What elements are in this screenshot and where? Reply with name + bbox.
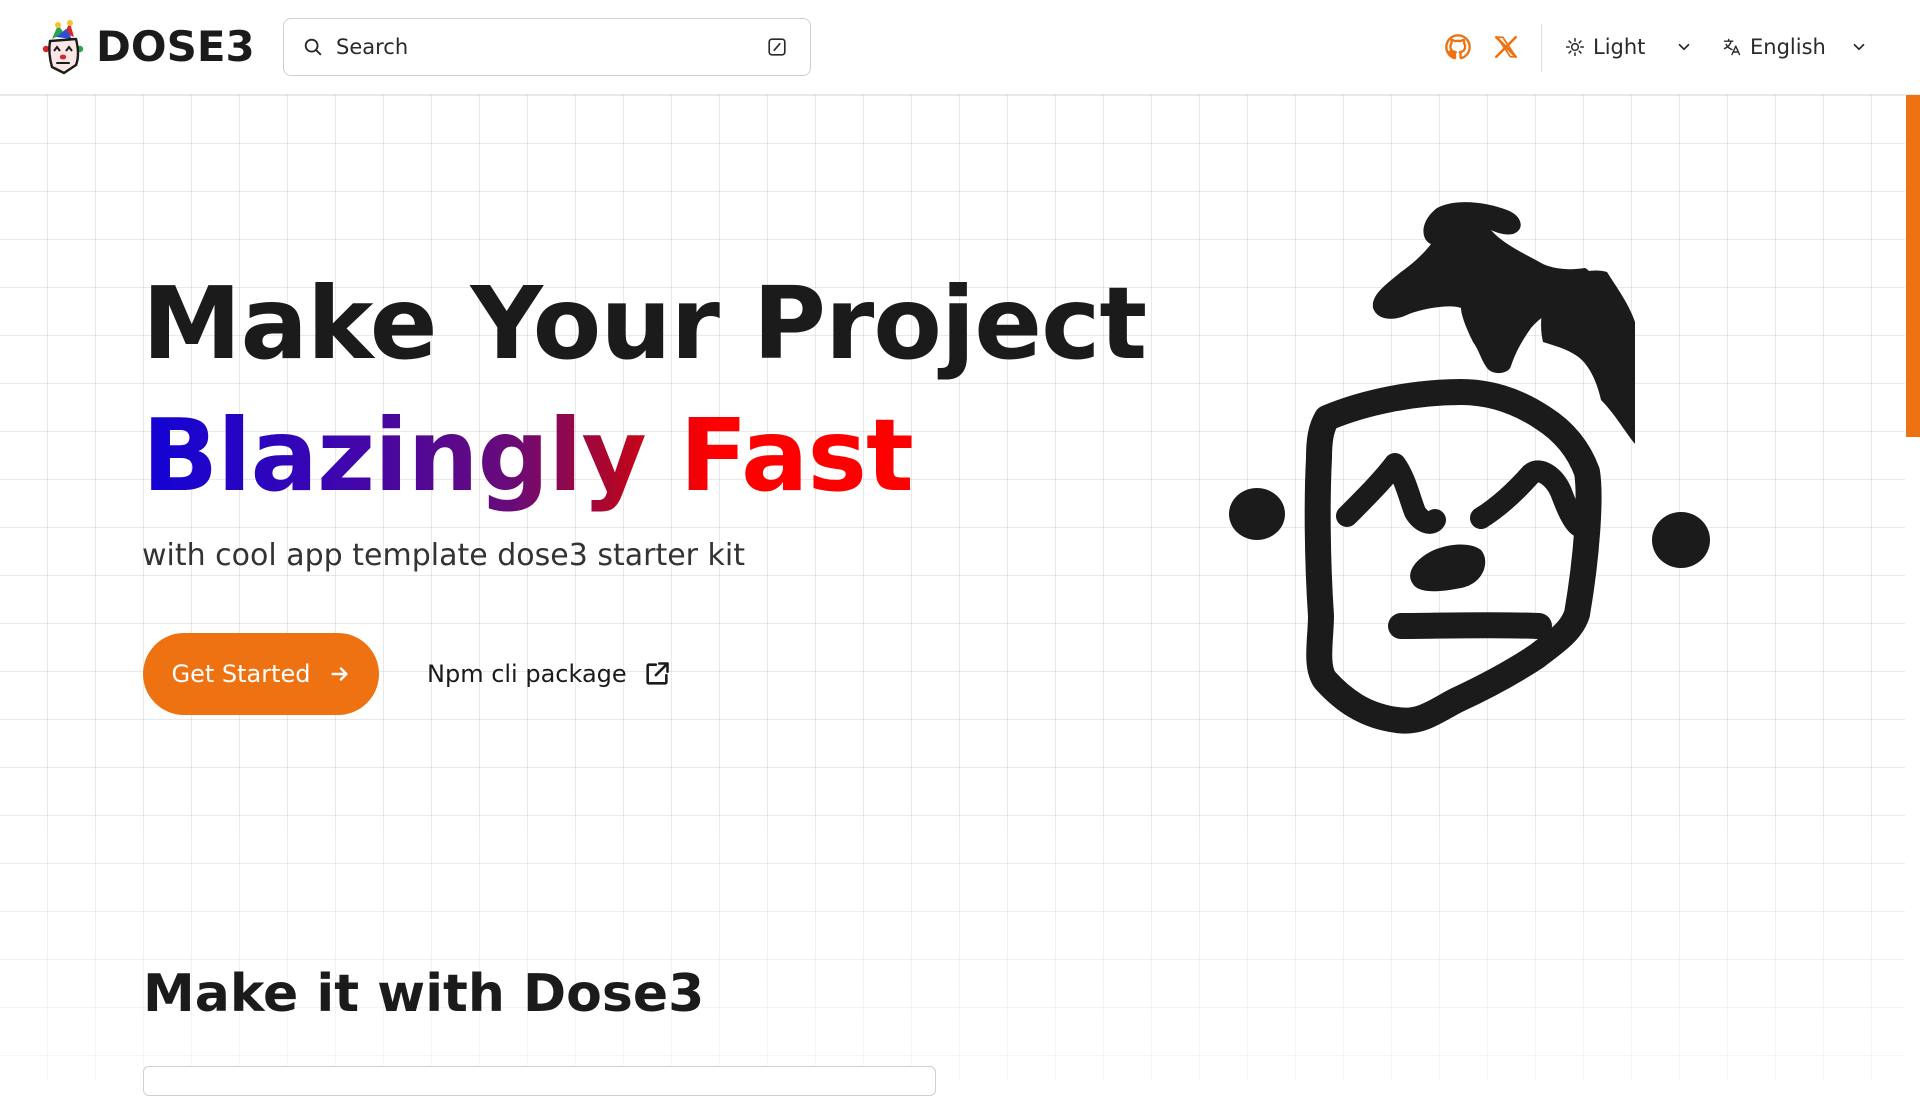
- chevron-down-icon: [1853, 43, 1865, 51]
- github-icon[interactable]: [1444, 33, 1472, 61]
- theme-dropdown[interactable]: Light: [1565, 28, 1693, 66]
- get-started-button[interactable]: Get Started: [143, 633, 379, 715]
- content-card: [143, 1066, 936, 1096]
- section-title: Make it with Dose3: [143, 964, 705, 1024]
- language-dropdown[interactable]: English: [1722, 28, 1868, 66]
- site-header: DOSE3 Search Light English: [0, 0, 1920, 95]
- npm-package-link[interactable]: Npm cli package: [427, 652, 671, 696]
- chevron-down-icon: [1679, 43, 1690, 51]
- header-divider: [1541, 24, 1542, 72]
- theme-label: Light: [1593, 35, 1646, 59]
- jester-logo-icon: [42, 20, 84, 75]
- hero-subtitle: with cool app template dose3 starter kit: [142, 538, 746, 573]
- translate-icon: [1723, 38, 1741, 56]
- search-bar[interactable]: Search: [283, 18, 811, 76]
- sun-icon: [1565, 37, 1585, 57]
- get-started-label: Get Started: [171, 660, 311, 688]
- hero-title: Make Your Project Blazingly Fast: [142, 258, 1147, 522]
- hero-title-gradient: Blazingly Fast: [142, 390, 914, 522]
- hero-title-line1: Make Your Project: [142, 265, 1147, 382]
- search-icon: [304, 38, 322, 56]
- language-label: English: [1750, 35, 1826, 59]
- jester-mascot-illustration: [1229, 202, 1710, 734]
- logo-link[interactable]: DOSE3: [36, 18, 255, 76]
- slash-shortcut-icon: [768, 38, 786, 56]
- x-icon[interactable]: [1493, 34, 1519, 60]
- brand-name: DOSE3: [96, 22, 255, 71]
- arrow-right-icon: [330, 667, 348, 681]
- scrollbar-thumb[interactable]: [1906, 95, 1920, 437]
- npm-package-label: Npm cli package: [427, 660, 627, 688]
- search-placeholder: Search: [336, 35, 409, 59]
- external-link-icon: [646, 662, 669, 685]
